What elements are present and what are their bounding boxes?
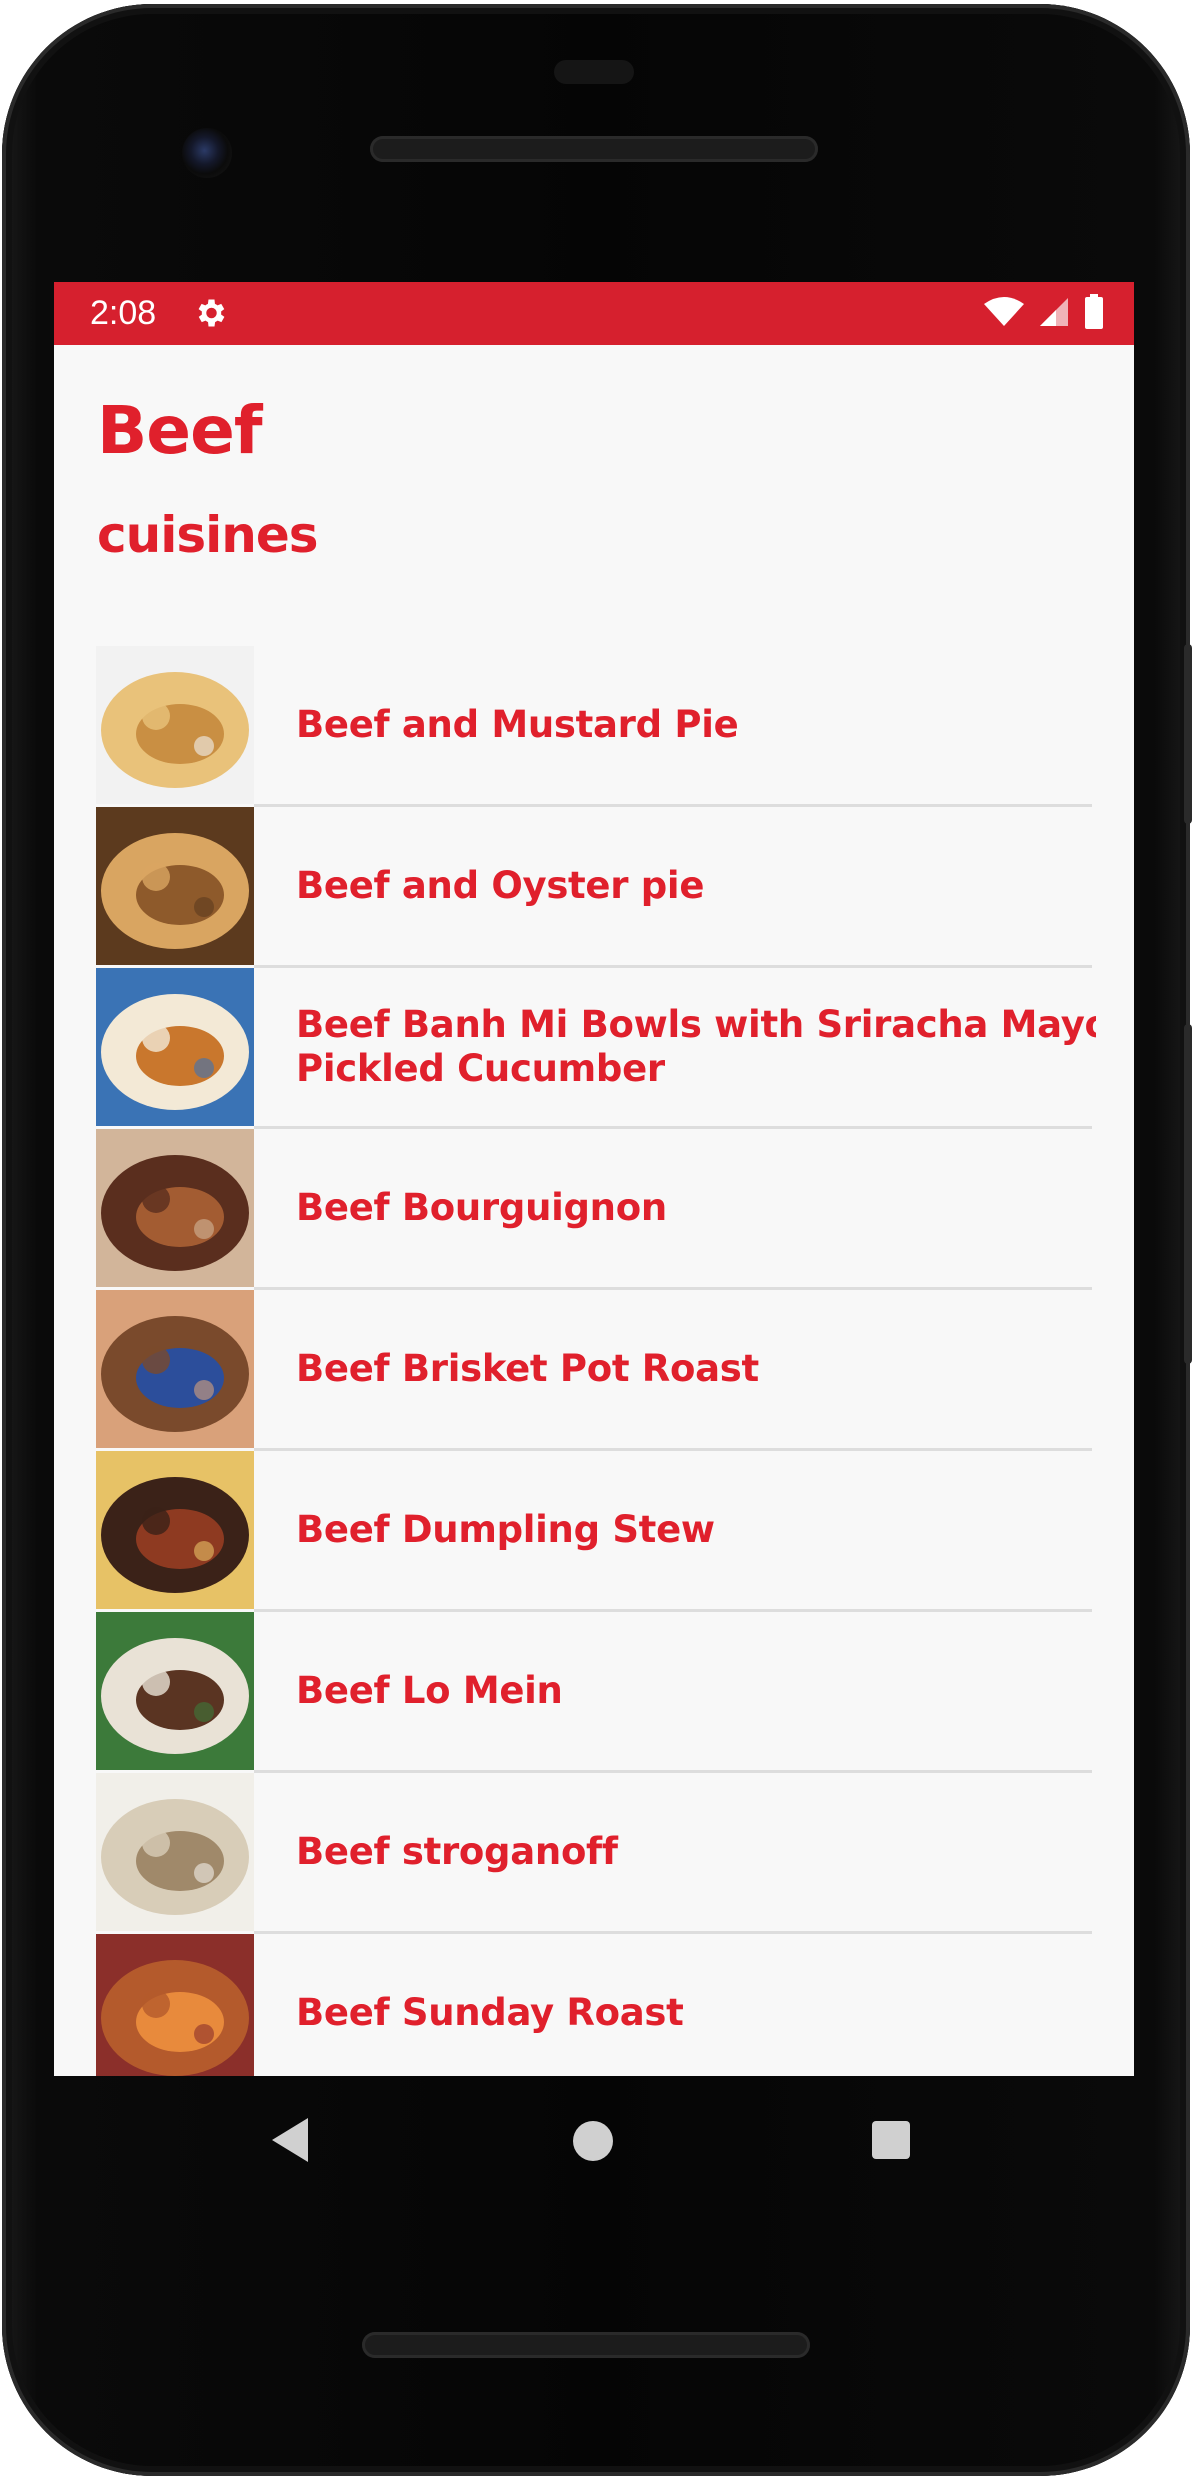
home-circle-icon[interactable] [573,2121,613,2161]
front-sensor [554,60,634,84]
back-triangle-icon[interactable] [270,2116,310,2169]
list-item[interactable]: Beef Dumpling Stew [96,1451,1092,1612]
meal-thumbnail [96,1934,254,2076]
list-item[interactable]: Beef Bourguignon [96,1129,1092,1290]
battery-icon [1084,293,1104,335]
list-item[interactable]: Beef Lo Mein [96,1612,1092,1773]
meal-thumbnail [96,1612,254,1770]
list-item[interactable]: Beef stroganoff [96,1773,1092,1934]
meal-thumbnail [96,1451,254,1609]
meal-thumbnail [96,1290,254,1448]
list-item[interactable]: Beef and Oyster pie [96,807,1092,968]
meal-name: Beef Bourguignon [296,1186,667,1229]
status-bar: 2:08 [54,282,1134,345]
power-button [1184,644,1192,824]
list-item[interactable]: Beef Banh Mi Bowls with Sriracha Mayo, C… [96,968,1096,1129]
screen: 2:08 Beef cuisines Beef and Mustard Pie … [54,282,1134,2076]
bottom-speaker [362,2332,810,2358]
meal-list[interactable]: Beef and Mustard Pie Beef and Oyster pie B… [96,646,1096,2076]
cell-signal-icon [1038,296,1070,333]
meal-thumbnail [96,1773,254,1931]
front-camera [182,128,232,178]
meal-name: Beef Banh Mi Bowls with Sriracha Mayo, C… [296,1003,1096,1090]
list-item[interactable]: Beef Brisket Pot Roast [96,1290,1092,1451]
gear-icon [192,295,228,331]
phone-frame: 2:08 Beef cuisines Beef and Mustard Pie … [2,4,1192,2476]
meal-thumbnail [96,646,254,804]
meal-name: Beef and Oyster pie [296,864,705,907]
meal-thumbnail [96,807,254,965]
status-icons [984,293,1104,335]
meal-name: Beef and Mustard Pie [296,703,739,746]
meal-name: Beef Sunday Roast [296,1991,684,2034]
recents-square-icon[interactable] [872,2121,910,2159]
meal-thumbnail [96,968,254,1126]
wifi-icon [984,296,1024,333]
status-time: 2:08 [90,294,157,332]
page-subtitle: cuisines [97,506,319,564]
list-item[interactable]: Beef Sunday Roast [96,1934,1092,2076]
meal-thumbnail [96,1129,254,1287]
meal-name: Beef Lo Mein [296,1669,563,1712]
system-nav-bar [2,2076,1194,2206]
meal-name: Beef Brisket Pot Roast [296,1347,759,1390]
page-title: Beef [97,392,263,469]
meal-name: Beef Dumpling Stew [296,1508,715,1551]
earpiece-speaker [370,136,818,162]
list-item[interactable]: Beef and Mustard Pie [96,646,1092,807]
meal-name: Beef stroganoff [296,1830,618,1873]
volume-button [1184,1024,1192,1364]
